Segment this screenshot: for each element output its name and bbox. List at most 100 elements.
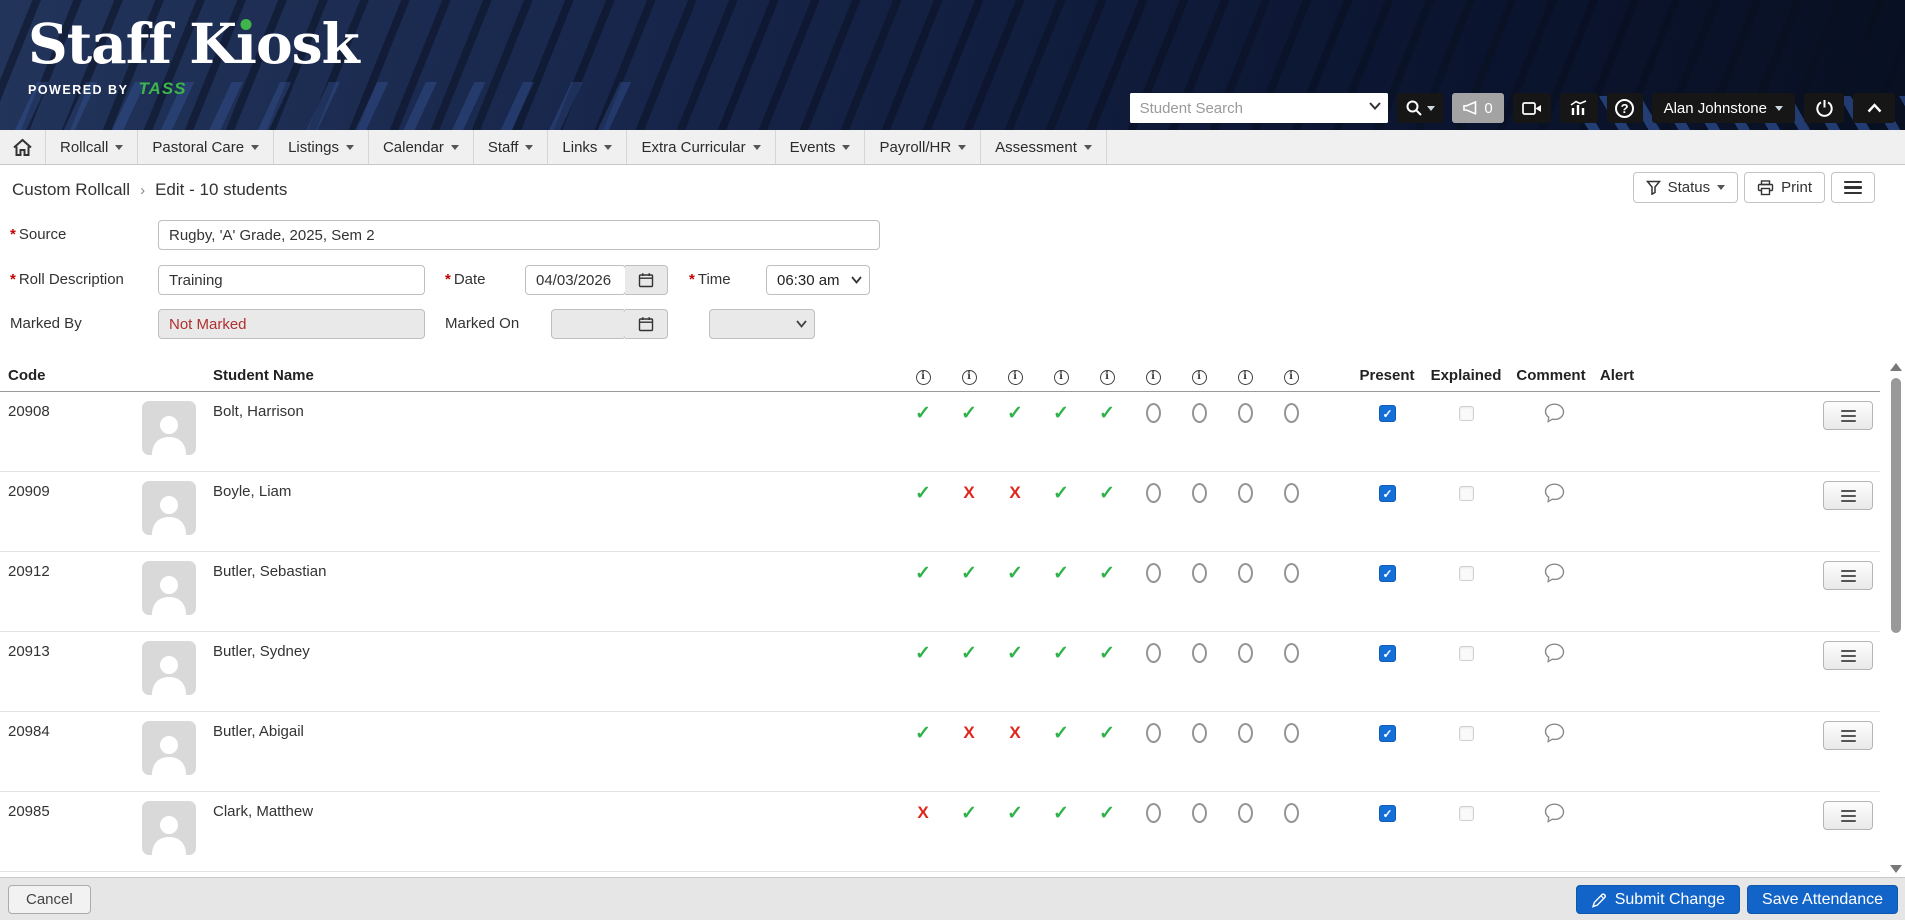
empty-mark-circle[interactable] [1284,483,1299,503]
search-button[interactable] [1397,93,1443,123]
empty-mark-circle[interactable] [1284,643,1299,663]
scroll-up-arrow[interactable] [1890,363,1902,371]
comment-bubble-icon[interactable] [1544,643,1565,663]
logout-button[interactable] [1804,93,1844,123]
check-mark-icon[interactable]: ✓ [1007,562,1023,585]
status-filter-button[interactable]: Status [1633,172,1739,203]
empty-mark-circle[interactable] [1146,563,1161,583]
empty-mark-circle[interactable] [1284,403,1299,423]
roll-description-field[interactable] [158,265,425,295]
empty-mark-circle[interactable] [1146,803,1161,823]
comment-bubble-icon[interactable] [1544,483,1565,503]
empty-mark-circle[interactable] [1284,563,1299,583]
empty-mark-circle[interactable] [1284,723,1299,743]
row-actions-button[interactable] [1823,721,1873,750]
student-search-input[interactable] [1130,93,1388,123]
check-mark-icon[interactable]: ✓ [1007,402,1023,425]
check-mark-icon[interactable]: ✓ [1053,562,1069,585]
nav-item-events[interactable]: Events [776,130,866,164]
present-checkbox[interactable]: ✓ [1379,405,1396,422]
empty-mark-circle[interactable] [1192,723,1207,743]
nav-item-assessment[interactable]: Assessment [981,130,1107,164]
student-search-combo[interactable] [1130,93,1388,123]
video-button[interactable] [1513,93,1551,123]
cross-mark-icon[interactable]: X [963,483,974,503]
source-field[interactable] [158,220,880,250]
cross-mark-icon[interactable]: X [1009,483,1020,503]
info-icon[interactable]: i [1146,370,1161,385]
nav-item-staff[interactable]: Staff [474,130,549,164]
check-mark-icon[interactable]: ✓ [1099,642,1115,665]
empty-mark-circle[interactable] [1192,483,1207,503]
check-mark-icon[interactable]: ✓ [915,402,931,425]
nav-item-listings[interactable]: Listings [274,130,369,164]
check-mark-icon[interactable]: ✓ [1053,722,1069,745]
explained-checkbox[interactable] [1459,806,1474,821]
check-mark-icon[interactable]: ✓ [915,722,931,745]
empty-mark-circle[interactable] [1192,563,1207,583]
info-icon[interactable]: i [1284,370,1299,385]
row-actions-button[interactable] [1823,641,1873,670]
empty-mark-circle[interactable] [1238,563,1253,583]
check-mark-icon[interactable]: ✓ [1099,722,1115,745]
info-icon[interactable]: i [916,370,931,385]
present-checkbox[interactable]: ✓ [1379,645,1396,662]
check-mark-icon[interactable]: ✓ [961,562,977,585]
check-mark-icon[interactable]: ✓ [1099,402,1115,425]
row-actions-button[interactable] [1823,401,1873,430]
row-actions-button[interactable] [1823,481,1873,510]
check-mark-icon[interactable]: ✓ [1053,642,1069,665]
breadcrumb-section[interactable]: Custom Rollcall [12,180,130,200]
check-mark-icon[interactable]: ✓ [1099,482,1115,505]
comment-bubble-icon[interactable] [1544,803,1565,823]
comment-bubble-icon[interactable] [1544,723,1565,743]
empty-mark-circle[interactable] [1238,803,1253,823]
present-checkbox[interactable]: ✓ [1379,565,1396,582]
collapse-header-button[interactable] [1853,93,1895,123]
empty-mark-circle[interactable] [1146,403,1161,423]
empty-mark-circle[interactable] [1192,803,1207,823]
scrollbar-thumb[interactable] [1891,378,1901,633]
explained-checkbox[interactable] [1459,566,1474,581]
empty-mark-circle[interactable] [1238,403,1253,423]
nav-item-rollcall[interactable]: Rollcall [46,130,138,164]
scroll-down-arrow[interactable] [1890,865,1902,873]
empty-mark-circle[interactable] [1238,643,1253,663]
check-mark-icon[interactable]: ✓ [1099,562,1115,585]
empty-mark-circle[interactable] [1192,403,1207,423]
nav-item-pastoral-care[interactable]: Pastoral Care [138,130,274,164]
cross-mark-icon[interactable]: X [1009,723,1020,743]
cross-mark-icon[interactable]: X [963,723,974,743]
info-icon[interactable]: i [1192,370,1207,385]
info-icon[interactable]: i [1238,370,1253,385]
info-icon[interactable]: i [1100,370,1115,385]
cancel-button[interactable]: Cancel [8,885,91,914]
empty-mark-circle[interactable] [1238,723,1253,743]
info-icon[interactable]: i [962,370,977,385]
check-mark-icon[interactable]: ✓ [961,402,977,425]
explained-checkbox[interactable] [1459,406,1474,421]
date-field[interactable] [525,265,626,295]
nav-item-payroll-hr[interactable]: Payroll/HR [865,130,981,164]
check-mark-icon[interactable]: ✓ [1053,802,1069,825]
explained-checkbox[interactable] [1459,486,1474,501]
check-mark-icon[interactable]: ✓ [915,562,931,585]
analytics-button[interactable] [1560,93,1598,123]
check-mark-icon[interactable]: ✓ [1007,802,1023,825]
info-icon[interactable]: i [1054,370,1069,385]
check-mark-icon[interactable]: ✓ [1053,402,1069,425]
present-checkbox[interactable]: ✓ [1379,805,1396,822]
nav-home-button[interactable] [0,130,46,164]
nav-item-calendar[interactable]: Calendar [369,130,474,164]
row-actions-button[interactable] [1823,801,1873,830]
row-actions-button[interactable] [1823,561,1873,590]
submit-change-button[interactable]: Submit Change [1576,885,1740,914]
notifications-button[interactable]: 0 [1452,93,1504,123]
cross-mark-icon[interactable]: X [917,803,928,823]
date-picker-button[interactable] [625,265,668,295]
comment-bubble-icon[interactable] [1544,563,1565,583]
check-mark-icon[interactable]: ✓ [961,802,977,825]
print-button[interactable]: Print [1744,172,1825,203]
check-mark-icon[interactable]: ✓ [1099,802,1115,825]
info-icon[interactable]: i [1008,370,1023,385]
